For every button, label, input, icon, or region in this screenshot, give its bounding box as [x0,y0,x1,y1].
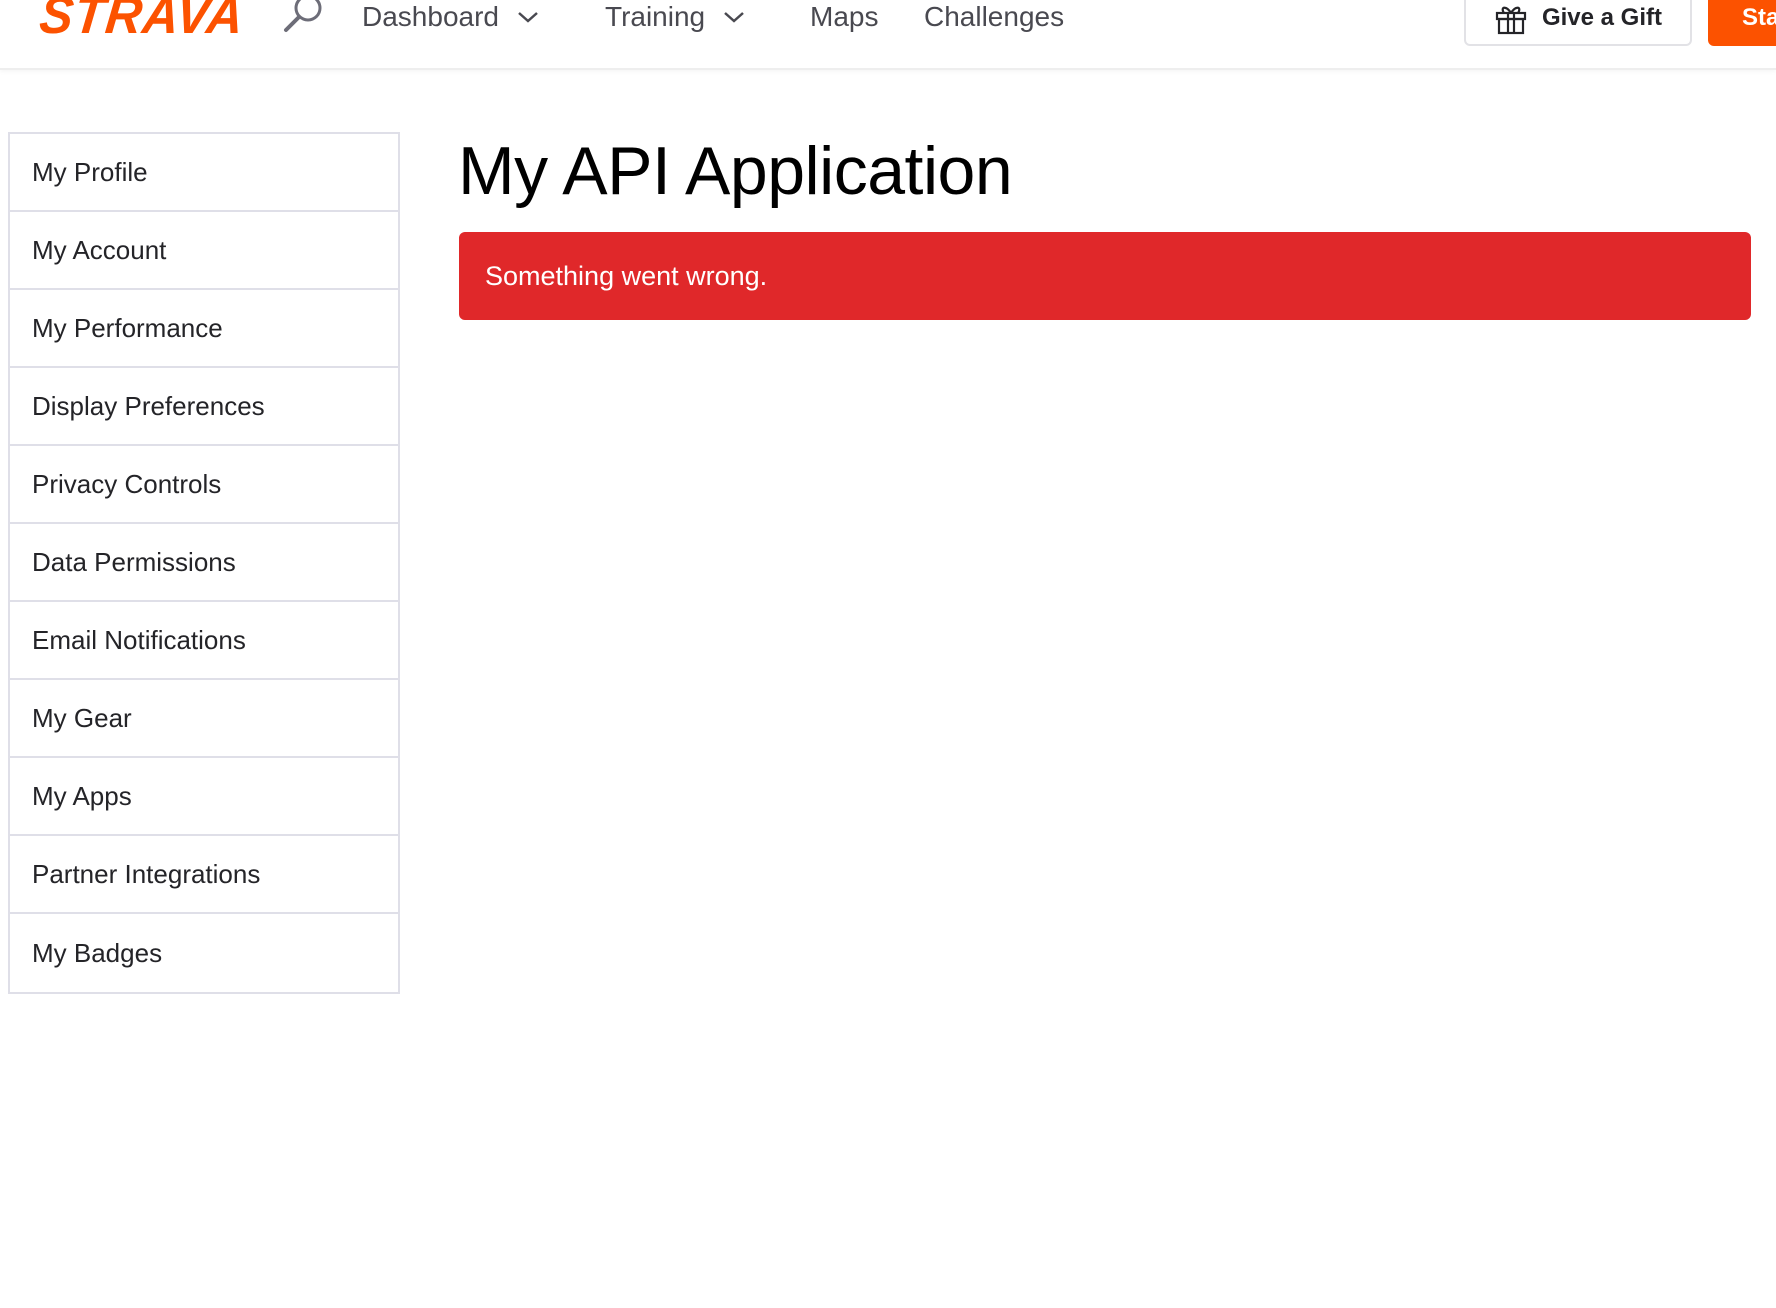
settings-sidebar: My Profile My Account My Performance Dis… [8,132,400,994]
error-alert: Something went wrong. [459,232,1751,320]
start-trial-label: Sta [1742,4,1776,31]
sidebar-item-my-profile[interactable]: My Profile [10,134,398,212]
sidebar-item-my-gear[interactable]: My Gear [10,680,398,758]
sidebar-item-my-badges[interactable]: My Badges [10,914,398,992]
sidebar-item-my-performance[interactable]: My Performance [10,290,398,368]
nav-training-label: Training [605,1,706,32]
chevron-down-icon [724,12,744,23]
sidebar-item-my-apps[interactable]: My Apps [10,758,398,836]
give-a-gift-label: Give a Gift [1541,4,1663,31]
error-alert-message: Something went wrong. [485,260,768,291]
search-icon [284,0,322,32]
start-trial-button[interactable]: Sta [1708,0,1776,46]
sidebar-item-privacy-controls[interactable]: Privacy Controls [10,446,398,524]
nav-maps[interactable]: Maps [810,0,878,34]
chevron-down-icon [518,12,538,23]
search-button[interactable] [280,0,326,38]
give-a-gift-button[interactable]: Give a Gift [1464,0,1692,46]
strava-logo[interactable]: STRAVA [37,0,248,45]
page-title: My API Application [458,133,1013,209]
sidebar-item-email-notifications[interactable]: Email Notifications [10,602,398,680]
sidebar-item-partner-integrations[interactable]: Partner Integrations [10,836,398,914]
gift-icon [1495,6,1527,35]
top-navigation-bar: STRAVA Dashboard Training Maps Challenge… [0,0,1776,70]
nav-challenges-label: Challenges [924,1,1065,32]
nav-dashboard-label: Dashboard [362,1,499,32]
sidebar-item-data-permissions[interactable]: Data Permissions [10,524,398,602]
sidebar-item-my-account[interactable]: My Account [10,212,398,290]
nav-dashboard[interactable]: Dashboard [362,0,539,34]
sidebar-item-display-preferences[interactable]: Display Preferences [10,368,398,446]
nav-challenges[interactable]: Challenges [924,0,1064,34]
nav-maps-label: Maps [810,1,879,32]
nav-training[interactable]: Training [605,0,745,34]
